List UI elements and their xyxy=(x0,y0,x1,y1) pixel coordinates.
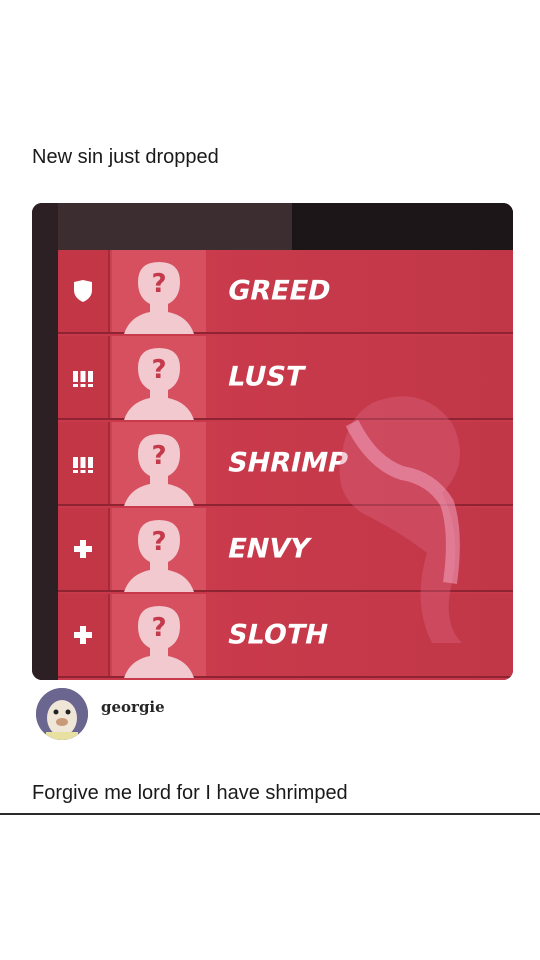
unknown-hero-icon: ? xyxy=(124,348,194,420)
unknown-hero-icon: ? xyxy=(124,606,194,678)
hero-portrait: ? xyxy=(112,508,206,592)
svg-text:?: ? xyxy=(151,527,166,557)
svg-text:?: ? xyxy=(151,355,166,385)
post-caption-bottom: Forgive me lord for I have shrimped xyxy=(32,782,348,804)
role-cell xyxy=(58,594,110,676)
hero-portrait: ? xyxy=(112,594,206,678)
svg-text:?: ? xyxy=(151,613,166,643)
post: New sin just dropped ? GREED ? LUST ? SH… xyxy=(0,0,540,816)
post-caption-top: New sin just dropped xyxy=(32,146,219,168)
scoreboard-image: ? GREED ? LUST ? SHRIMP ? ENVY ? SLOTH xyxy=(32,203,513,680)
character-silhouette xyxy=(339,396,462,643)
role-cell xyxy=(58,250,110,332)
damage-icon xyxy=(73,457,93,473)
damage-icon xyxy=(73,371,93,387)
hero-portrait: ? xyxy=(112,250,206,334)
divider xyxy=(0,813,540,815)
unknown-hero-icon: ? xyxy=(124,262,194,334)
role-cell xyxy=(58,336,110,418)
hero-name: LUST xyxy=(224,361,308,393)
hero-name: SLOTH xyxy=(224,619,331,651)
role-cell xyxy=(58,422,110,504)
role-cell xyxy=(58,508,110,590)
hero-name: GREED xyxy=(224,275,334,307)
username[interactable]: georgie xyxy=(101,698,165,716)
svg-text:?: ? xyxy=(151,269,166,299)
svg-text:?: ? xyxy=(151,441,166,471)
unknown-hero-icon: ? xyxy=(124,434,194,506)
shield-icon xyxy=(74,280,92,302)
hero-name: ENVY xyxy=(224,533,313,565)
support-icon xyxy=(74,626,92,644)
hero-portrait: ? xyxy=(112,336,206,420)
avatar[interactable] xyxy=(36,688,88,740)
hero-portrait: ? xyxy=(112,422,206,506)
user-avatar-icon xyxy=(36,688,88,740)
scoreboard-row: ? GREED xyxy=(58,250,513,334)
unknown-hero-icon: ? xyxy=(124,520,194,592)
support-icon xyxy=(74,540,92,558)
